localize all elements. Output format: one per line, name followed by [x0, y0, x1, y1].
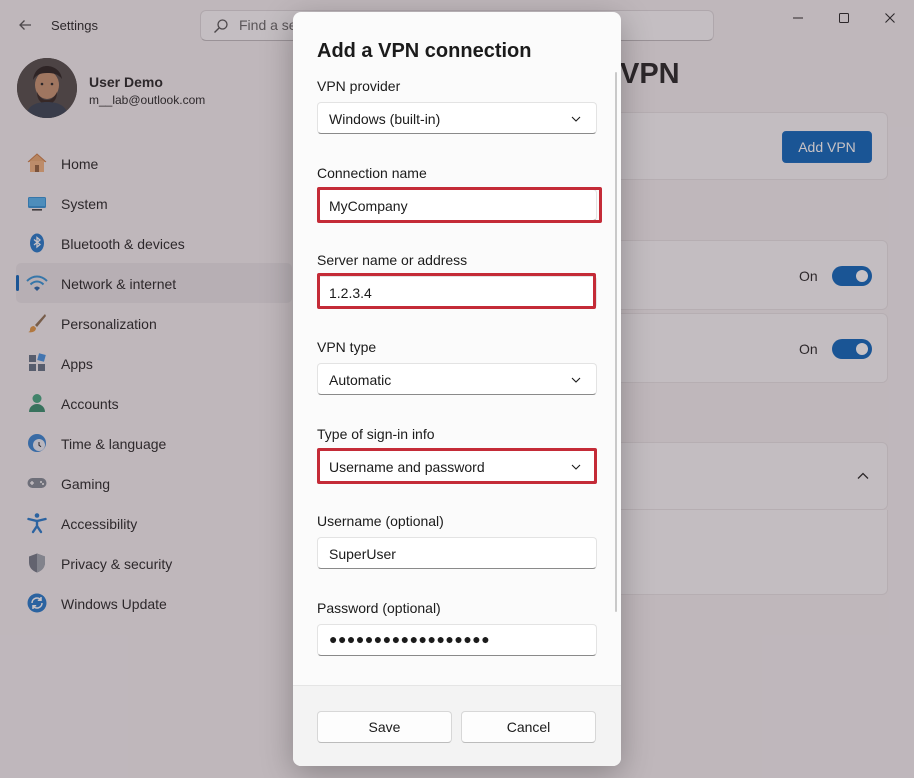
vpn-type-dropdown[interactable]: Automatic — [317, 363, 597, 395]
connection-name-label: Connection name — [317, 165, 427, 181]
password-input[interactable]: ●●●●●●●●●●●●●●●●●● — [317, 624, 597, 656]
username-label: Username (optional) — [317, 513, 444, 529]
password-label: Password (optional) — [317, 600, 441, 616]
dialog-scrollbar[interactable] — [615, 72, 617, 612]
highlight-server-address — [317, 273, 596, 309]
vpn-provider-value: Windows (built-in) — [329, 111, 441, 127]
vpn-type-label: VPN type — [317, 339, 377, 355]
add-vpn-dialog: Add a VPN connection VPN provider Window… — [293, 12, 621, 766]
highlight-signin-type — [317, 448, 597, 484]
username-input[interactable]: SuperUser — [317, 537, 597, 569]
chevron-down-icon — [571, 377, 581, 383]
highlight-connection-name — [317, 187, 602, 223]
username-value: SuperUser — [329, 546, 396, 562]
vpn-type-value: Automatic — [329, 372, 392, 388]
server-name-label: Server name or address — [317, 252, 468, 268]
dialog-footer: Save Cancel — [293, 685, 621, 766]
chevron-down-icon — [571, 116, 581, 122]
cancel-button[interactable]: Cancel — [461, 711, 596, 743]
save-button[interactable]: Save — [317, 711, 452, 743]
signin-type-label: Type of sign-in info — [317, 426, 435, 442]
vpn-provider-label: VPN provider — [317, 78, 401, 94]
dialog-title: Add a VPN connection — [317, 40, 532, 62]
password-value: ●●●●●●●●●●●●●●●●●● — [329, 631, 491, 647]
vpn-provider-dropdown[interactable]: Windows (built-in) — [317, 102, 597, 134]
